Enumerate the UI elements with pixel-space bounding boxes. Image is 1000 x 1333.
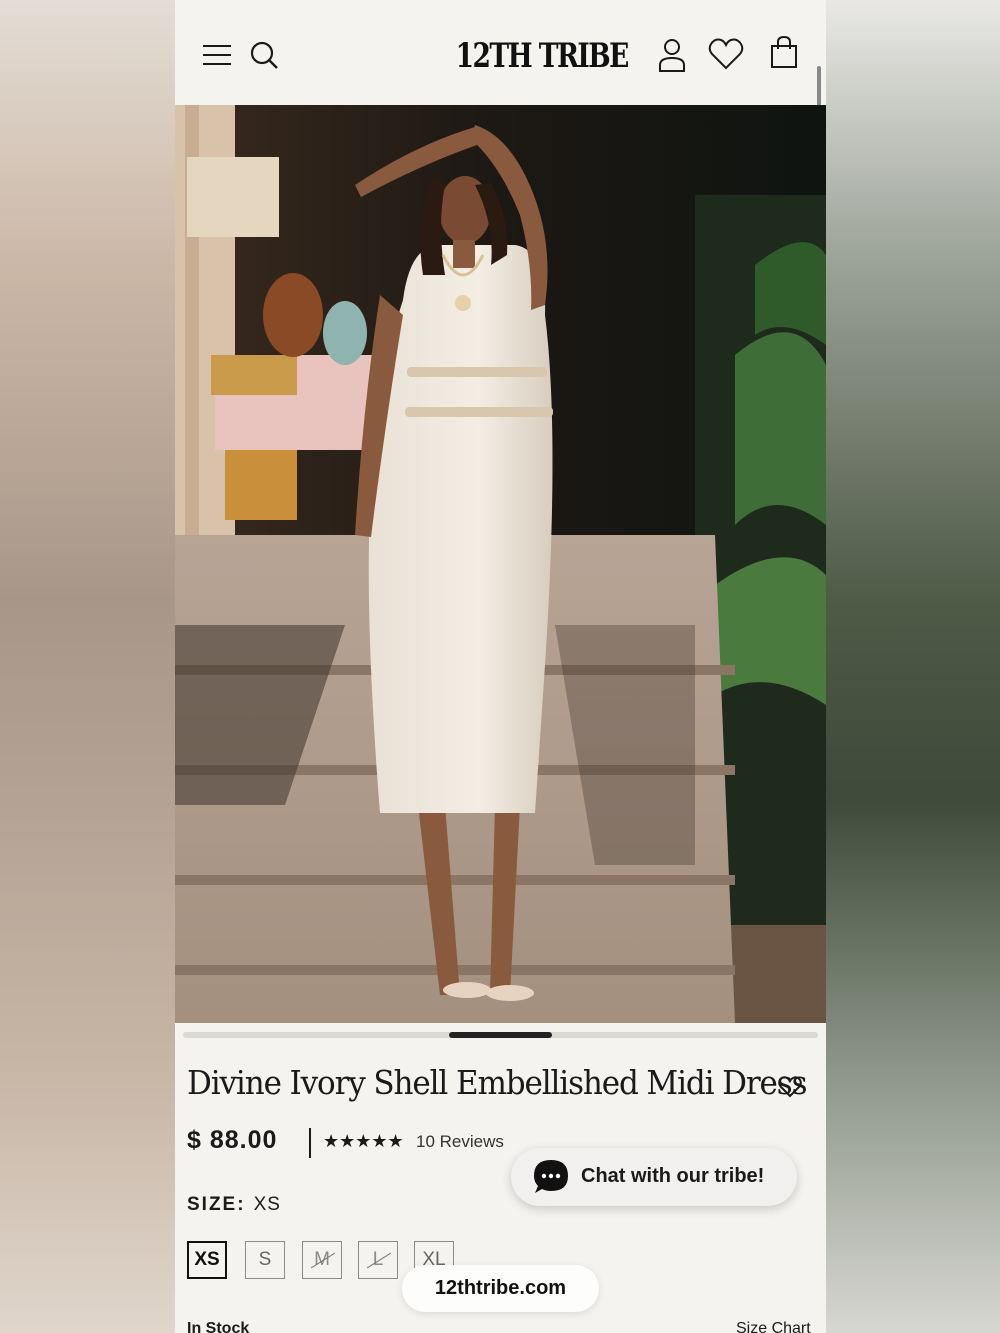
scrollbar[interactable] [817, 66, 821, 106]
product-image[interactable] [175, 105, 826, 1023]
size-option-m[interactable]: M [302, 1241, 342, 1279]
reviews-link[interactable]: 10 Reviews [416, 1132, 504, 1152]
search-icon[interactable] [249, 40, 279, 70]
browser-url-bar[interactable]: 12thtribe.com [402, 1265, 599, 1312]
phone-screen: 12TH TRIBE Divine Ivory Shell Embellishe… [175, 0, 826, 1333]
blurred-background-left [0, 0, 175, 1333]
selected-size-value: XS [253, 1194, 281, 1215]
image-carousel-thumb[interactable] [449, 1032, 552, 1038]
stock-status: In Stock [187, 1320, 250, 1333]
heart-icon[interactable] [708, 37, 744, 71]
product-photo [175, 105, 826, 1023]
menu-icon[interactable] [202, 42, 232, 68]
size-option-s[interactable]: S [245, 1241, 285, 1279]
size-option-l[interactable]: L [358, 1241, 398, 1279]
site-header: 12TH TRIBE [175, 0, 826, 105]
price-divider [309, 1128, 311, 1158]
blurred-background-right [826, 0, 1000, 1333]
account-icon[interactable] [657, 38, 687, 72]
size-label: SIZE: [187, 1194, 246, 1215]
brand-logo[interactable]: 12TH TRIBE [456, 36, 630, 76]
chat-bubble-icon [534, 1160, 568, 1193]
size-chart-link[interactable]: Size Chart [736, 1320, 811, 1333]
product-price: $ 88.00 [187, 1126, 278, 1154]
shopping-bag-icon[interactable] [769, 35, 799, 69]
chat-button-label: Chat with our tribe! [581, 1165, 765, 1187]
chat-button[interactable]: Chat with our tribe! [511, 1148, 797, 1206]
size-selector-label: SIZE: XS [187, 1194, 281, 1216]
wishlist-heart-icon[interactable] [778, 1076, 802, 1098]
product-title: Divine Ivory Shell Embellished Midi Dres… [187, 1063, 807, 1102]
rating-stars[interactable]: ★★★★★ [323, 1131, 404, 1152]
size-option-xs[interactable]: XS [187, 1241, 227, 1279]
